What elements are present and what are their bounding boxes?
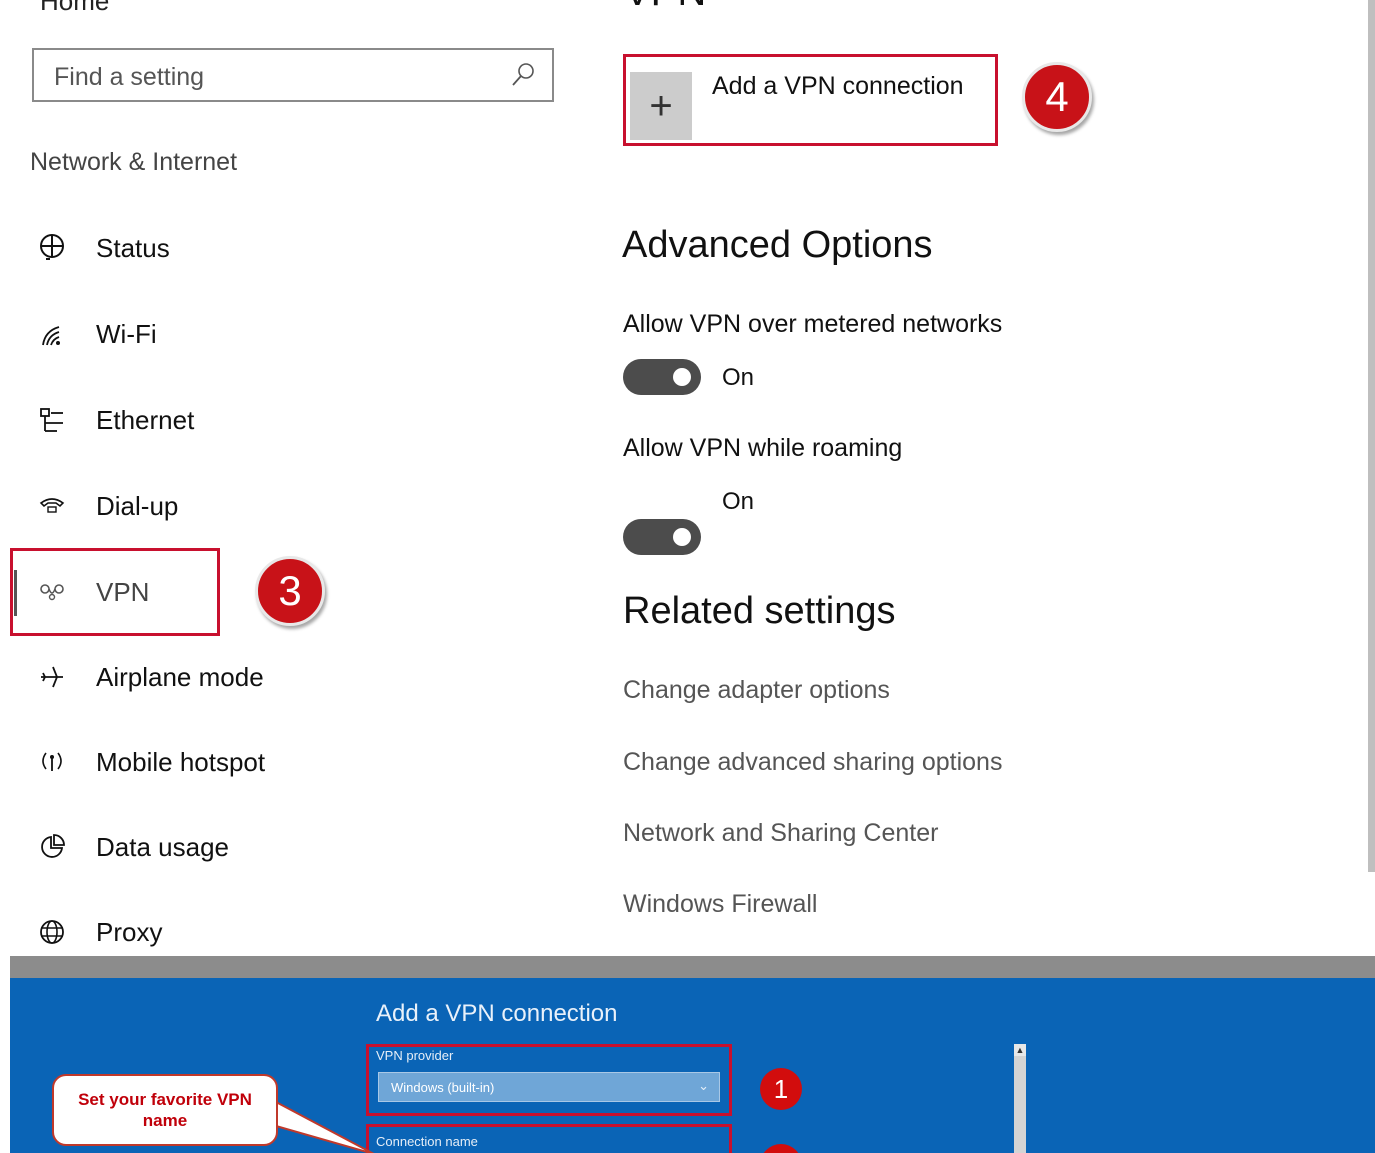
step-badge-1: 1 <box>760 1068 802 1110</box>
roaming-toggle-state: On <box>722 488 755 515</box>
related-settings-heading: Related settings <box>623 590 896 632</box>
callout-pointer <box>275 1100 375 1153</box>
link-windows-firewall[interactable]: Windows Firewall <box>623 890 817 919</box>
airplane-icon <box>34 659 70 695</box>
sidebar-item-data-usage[interactable]: Data usage <box>12 817 472 877</box>
sidebar-item-mobile-hotspot[interactable]: Mobile hotspot <box>12 732 472 792</box>
advanced-options-heading: Advanced Options <box>622 224 933 266</box>
metered-toggle[interactable] <box>623 359 701 395</box>
search-box[interactable] <box>32 48 554 102</box>
sidebar-item-label: Ethernet <box>96 404 195 435</box>
metered-option-label: Allow VPN over metered networks <box>623 310 1003 338</box>
sidebar-item-wifi[interactable]: Wi-Fi <box>12 304 472 364</box>
step-badge-2 <box>760 1144 802 1153</box>
plus-icon: + <box>649 83 673 128</box>
vpn-provider-select[interactable]: Windows (built-in) ⌄ <box>378 1072 720 1102</box>
sidebar-item-status[interactable]: Status <box>12 218 472 278</box>
metered-toggle-state: On <box>722 364 755 391</box>
dialog-title: Add a VPN connection <box>376 1000 618 1027</box>
link-change-adapter-options[interactable]: Change adapter options <box>623 676 890 705</box>
search-icon <box>512 63 534 86</box>
dialog-scrollbar[interactable]: ▲ <box>1014 1044 1026 1153</box>
sidebar-item-dialup[interactable]: Dial-up <box>12 476 472 536</box>
vpn-provider-label: VPN provider <box>376 1048 454 1063</box>
vpn-provider-value: Windows (built-in) <box>391 1079 495 1095</box>
link-change-advanced-sharing[interactable]: Change advanced sharing options <box>623 748 1002 777</box>
add-vpn-label[interactable]: Add a VPN connection <box>712 72 964 101</box>
sidebar-item-label: Mobile hotspot <box>96 746 266 777</box>
scroll-up-icon[interactable]: ▲ <box>1014 1044 1026 1056</box>
data-usage-icon <box>34 829 70 865</box>
globe-icon <box>34 914 70 950</box>
home-nav-item[interactable]: Home <box>40 0 109 17</box>
roaming-toggle[interactable] <box>623 519 701 555</box>
highlight-box-vpn <box>10 548 220 636</box>
callout-bubble: Set your favorite VPN name <box>52 1074 278 1146</box>
sidebar-item-airplane[interactable]: Airplane mode <box>12 647 472 707</box>
sidebar-item-proxy[interactable]: Proxy <box>12 902 472 962</box>
page-scrollbar[interactable] <box>1368 0 1375 872</box>
roaming-option-label: Allow VPN while roaming <box>623 434 903 462</box>
sidebar-item-label: Airplane mode <box>96 661 264 692</box>
add-vpn-button[interactable]: + <box>630 72 692 140</box>
home-label: Home <box>40 0 110 16</box>
globe-icon <box>34 230 70 266</box>
sidebar-item-label: Wi-Fi <box>96 318 157 349</box>
page-title: VPN <box>624 0 706 15</box>
step-badge-4: 4 <box>1022 62 1092 132</box>
wifi-icon <box>34 316 70 352</box>
connection-name-label: Connection name <box>376 1134 478 1149</box>
toggle-knob <box>673 528 691 546</box>
add-vpn-dialog: Add a VPN connection VPN provider Window… <box>10 978 1375 1153</box>
search-input[interactable] <box>52 58 496 96</box>
sidebar-item-label: Proxy <box>96 916 163 947</box>
step-badge-3: 3 <box>255 556 325 626</box>
sidebar-item-label: Dial-up <box>96 490 179 521</box>
ethernet-icon <box>34 402 70 438</box>
screenshot-divider <box>10 956 1375 978</box>
hotspot-icon <box>34 744 70 780</box>
sidebar-item-label: Status <box>96 232 170 263</box>
sidebar-item-ethernet[interactable]: Ethernet <box>12 390 472 450</box>
toggle-knob <box>673 368 691 386</box>
chevron-down-icon: ⌄ <box>698 1078 709 1093</box>
link-network-sharing-center[interactable]: Network and Sharing Center <box>623 819 938 848</box>
section-title: Network & Internet <box>30 148 238 176</box>
sidebar-item-label: Data usage <box>96 831 229 862</box>
phone-icon <box>34 488 70 524</box>
